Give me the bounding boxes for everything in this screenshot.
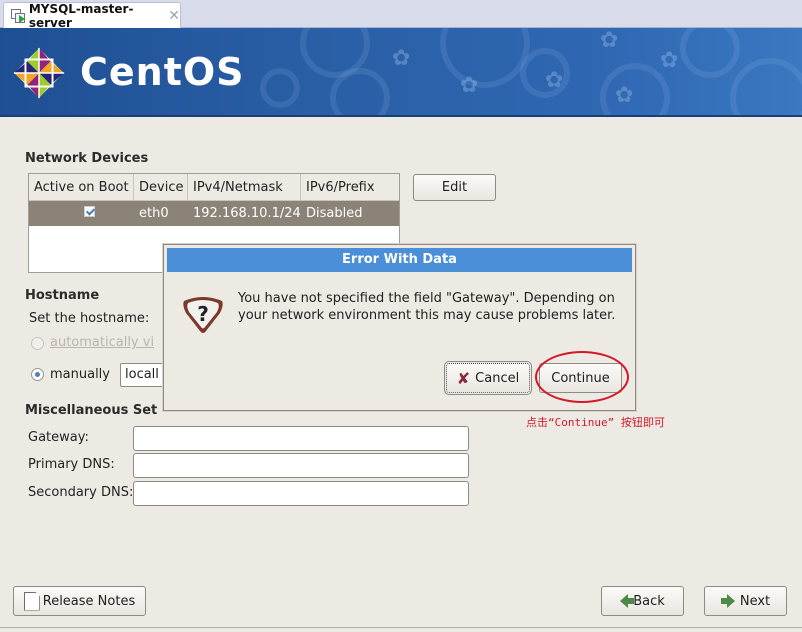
close-icon[interactable]: ✕: [168, 8, 180, 24]
back-button[interactable]: Back: [601, 586, 684, 616]
next-button[interactable]: Next: [704, 586, 787, 616]
secondary-dns-label: Secondary DNS:: [28, 485, 134, 500]
column-header[interactable]: IPv6/Prefix: [301, 174, 399, 200]
ipv4-cell: 192.168.10.1/24: [193, 206, 301, 221]
column-header[interactable]: Device: [134, 174, 188, 200]
set-hostname-label: Set the hostname:: [29, 311, 150, 326]
ipv6-cell: Disabled: [306, 206, 363, 221]
auto-hostname-label: automatically vi: [50, 335, 155, 350]
next-button-label: Next: [739, 593, 771, 609]
column-header[interactable]: Active on Boot: [29, 174, 134, 200]
error-dialog: Error With Data ? You have not specified…: [163, 244, 636, 411]
tab-vm[interactable]: MYSQL-master-server ✕: [3, 2, 181, 30]
primary-dns-input[interactable]: [133, 453, 469, 478]
vm-icon: [10, 8, 25, 24]
arrow-right-icon: [720, 594, 735, 608]
brand-name: CentOS: [80, 50, 245, 94]
column-header[interactable]: IPv4/Netmask: [188, 174, 301, 200]
edit-button[interactable]: Edit: [413, 174, 496, 201]
cancel-button-label: Cancel: [475, 370, 520, 386]
continue-button-label: Continue: [551, 370, 610, 386]
manual-hostname-radio[interactable]: [31, 368, 44, 381]
active-on-boot-checkbox[interactable]: [84, 206, 95, 217]
continue-button[interactable]: Continue: [539, 363, 622, 393]
secondary-dns-input[interactable]: [133, 481, 469, 506]
centos-logo: [13, 47, 65, 99]
question-icon: ?: [183, 297, 223, 333]
dialog-title: Error With Data: [167, 248, 632, 272]
gateway-label: Gateway:: [28, 430, 89, 445]
tab-bar: MYSQL-master-server ✕: [0, 0, 802, 30]
hostname-label: Hostname: [25, 288, 100, 303]
release-notes-label: Release Notes: [42, 593, 136, 609]
table-header: Active on Boot Device IPv4/Netmask IPv6/…: [29, 174, 399, 201]
annotation-text: 点击“Continue” 按钮即可: [526, 416, 665, 429]
arrow-left-icon: [620, 594, 635, 608]
tab-title: MYSQL-master-server: [28, 2, 134, 30]
cancel-x-icon: ✘: [456, 368, 471, 388]
back-button-label: Back: [633, 593, 665, 609]
table-row[interactable]: eth0 192.168.10.1/24 Disabled: [29, 201, 399, 226]
edit-button-label: Edit: [441, 180, 468, 195]
centos-banner: ✿ ✿ ✿ ✿ ✿ ✿ CentOS: [0, 28, 802, 117]
bottom-divider: [0, 627, 802, 628]
device-cell: eth0: [139, 206, 169, 221]
manual-hostname-label: manually: [50, 367, 110, 382]
dialog-message: You have not specified the field "Gatewa…: [238, 291, 616, 323]
auto-hostname-radio[interactable]: [31, 337, 44, 350]
document-icon: [23, 591, 40, 611]
primary-dns-label: Primary DNS:: [28, 457, 115, 472]
network-devices-label: Network Devices: [25, 151, 149, 166]
svg-text:?: ?: [197, 302, 209, 326]
misc-settings-label: Miscellaneous Set: [25, 403, 158, 418]
cancel-button[interactable]: ✘ Cancel: [444, 361, 532, 395]
gateway-input[interactable]: [133, 426, 469, 451]
release-notes-button[interactable]: Release Notes: [13, 586, 146, 616]
